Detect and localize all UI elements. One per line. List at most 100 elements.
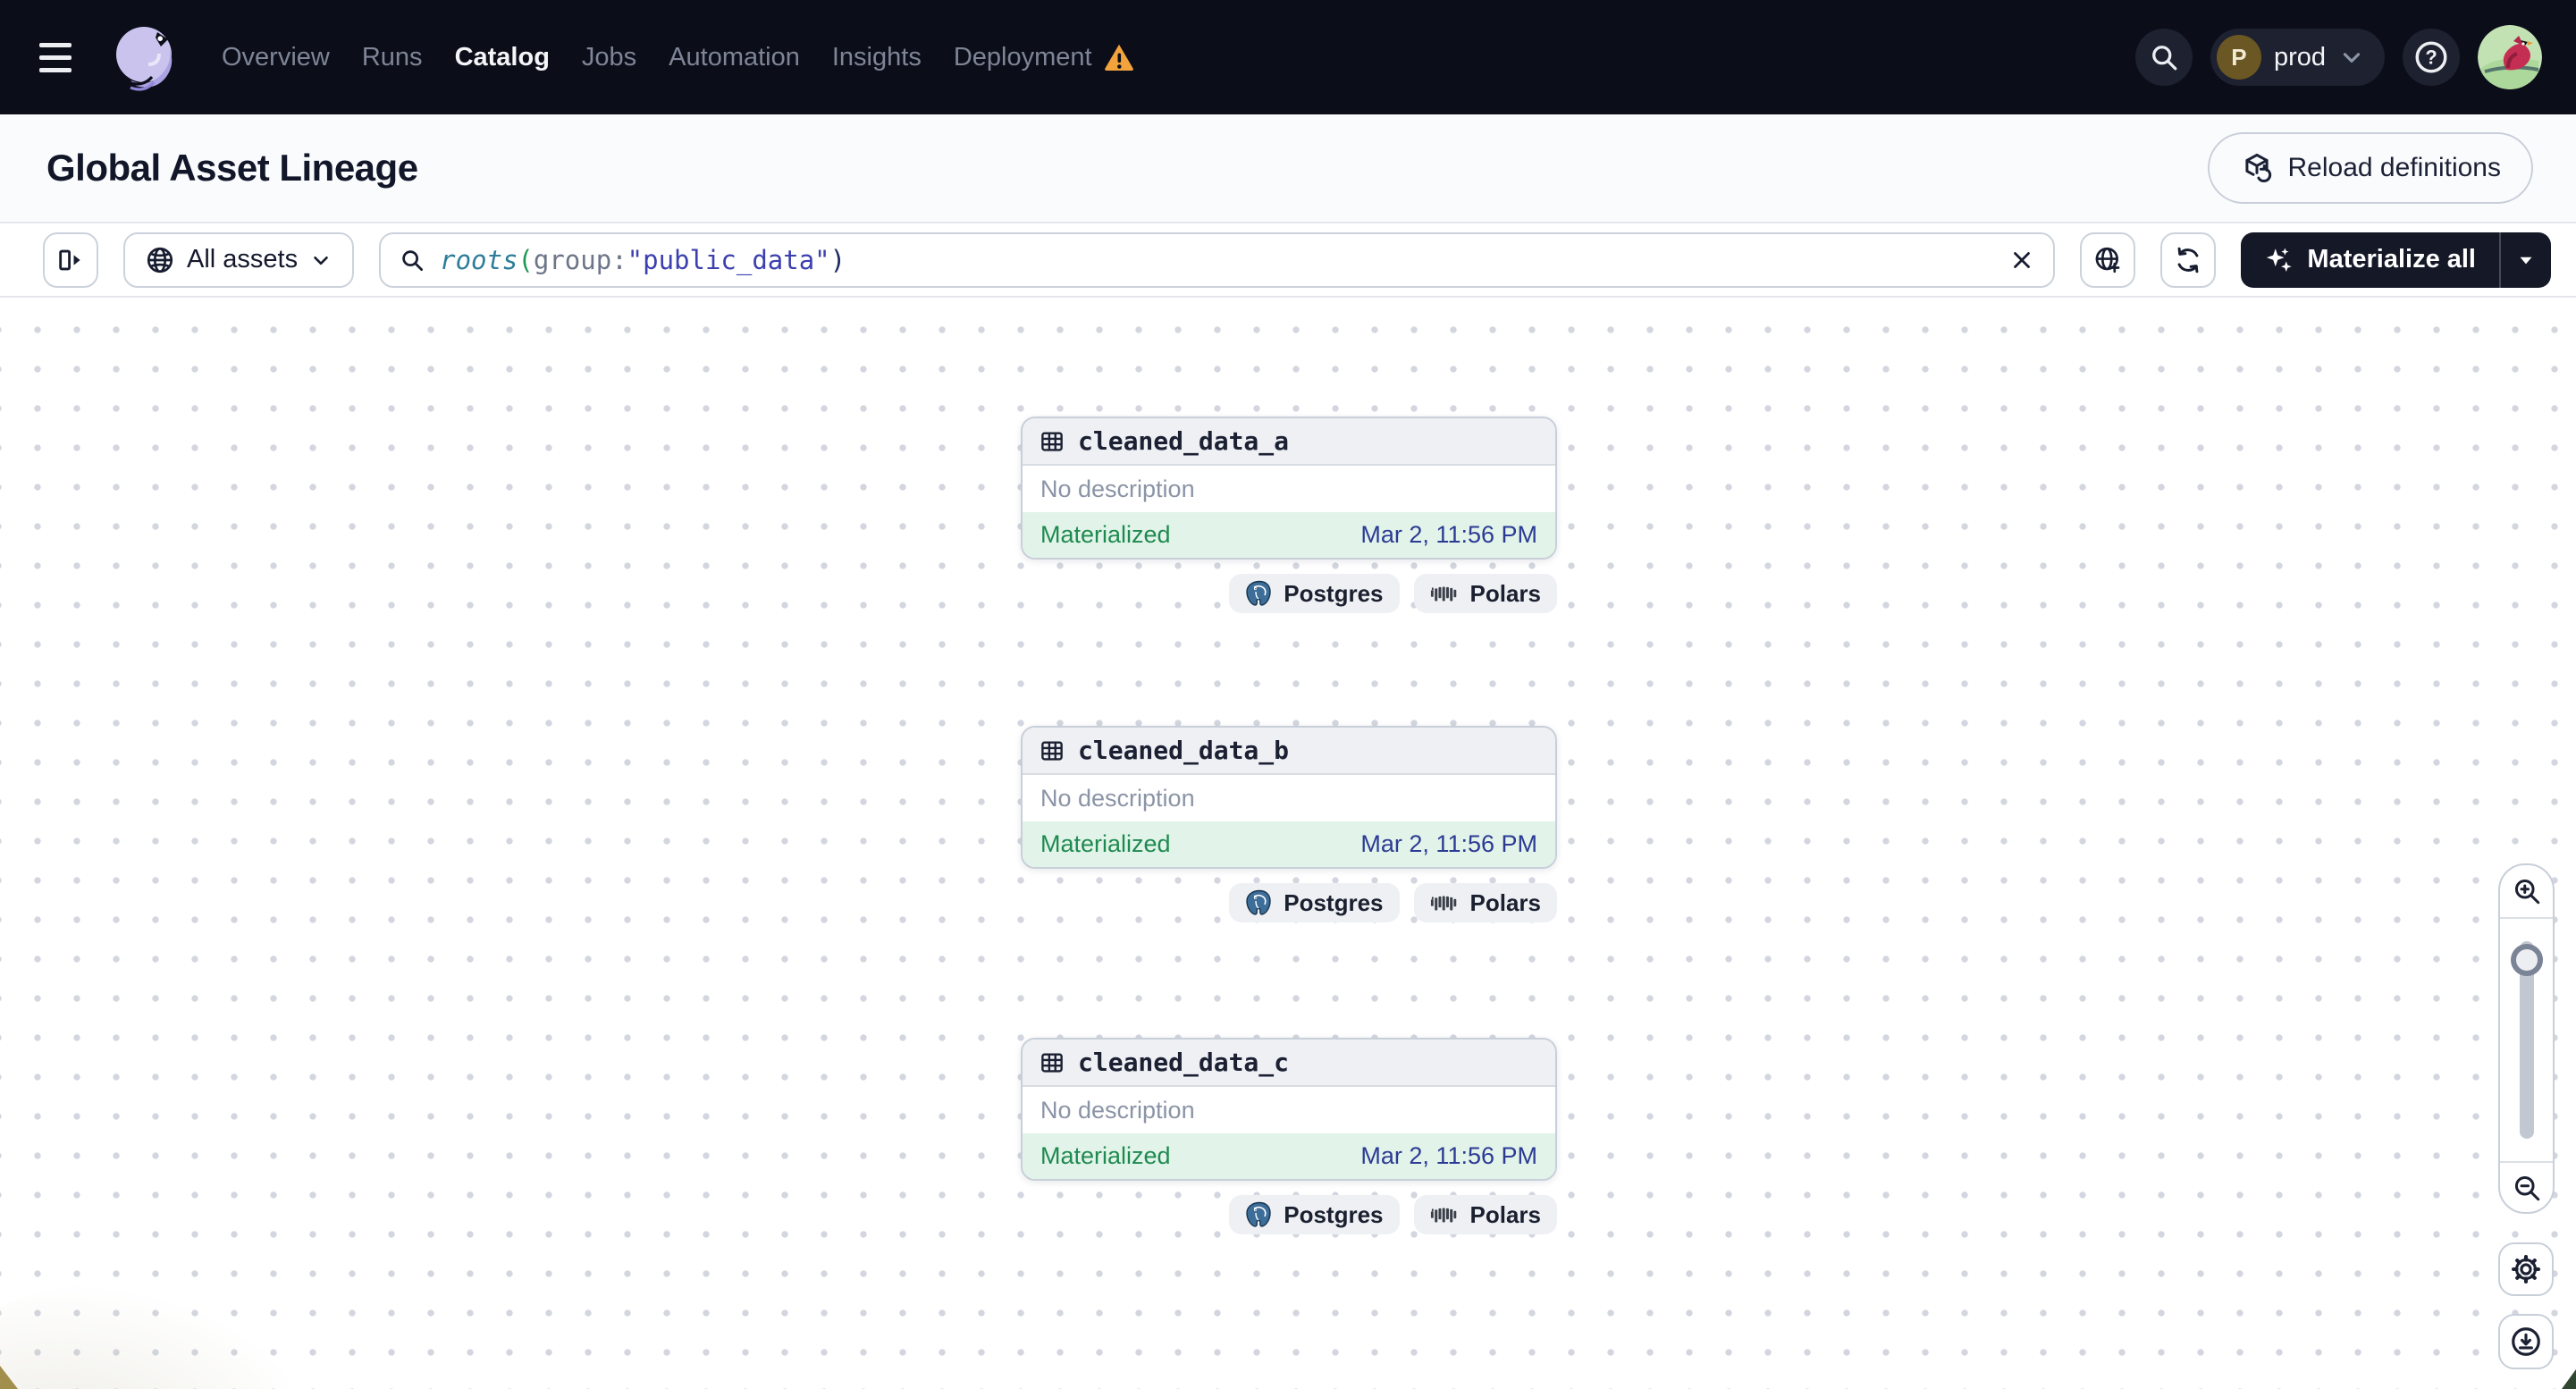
lineage-graph-canvas[interactable]: cleaned_data_a No description Materializ… (0, 298, 2576, 1389)
kind-badge-polars[interactable]: Polars (1413, 1195, 1557, 1234)
asset-node-cleaned-data-b[interactable]: cleaned_data_b No description Materializ… (1021, 726, 1557, 869)
page-title: Global Asset Lineage (46, 147, 418, 189)
chevron-down-icon (309, 248, 333, 272)
asset-scope-dropdown[interactable]: All assets (123, 232, 355, 288)
nav-item-catalog[interactable]: Catalog (455, 43, 550, 72)
asset-scope-label: All assets (187, 245, 299, 274)
polars-icon (1430, 891, 1461, 914)
zoom-in-icon (2511, 875, 2543, 907)
polars-icon (1430, 1203, 1461, 1226)
kind-badge-label: Polars (1469, 888, 1542, 916)
postgres-icon (1245, 1200, 1274, 1229)
nav-item-insights[interactable]: Insights (832, 43, 922, 72)
asset-name: cleaned_data_b (1078, 736, 1290, 765)
nav-item-deployment[interactable]: Deployment (954, 41, 1135, 73)
svg-text:?: ? (2425, 46, 2437, 69)
download-graph-button[interactable] (2498, 1314, 2554, 1369)
caret-down-icon (2514, 248, 2538, 272)
asset-selection-input[interactable]: roots(group:"public_data") (379, 232, 2056, 288)
materialize-options-button[interactable] (2499, 232, 2551, 288)
zoom-out-button[interactable] (2500, 1161, 2553, 1212)
lineage-toolbar: All assets roots(group:"public_data") Ma… (0, 223, 2576, 298)
asset-description: No description (1040, 1096, 1195, 1124)
zoom-control-rail (2498, 863, 2555, 1214)
kind-badge-postgres[interactable]: Postgres (1229, 883, 1400, 922)
corner-shadow-decoration (0, 1282, 322, 1389)
zoom-slider-thumb[interactable] (2510, 944, 2543, 976)
chevron-down-icon (2338, 44, 2365, 71)
postgres-icon (1245, 579, 1274, 608)
global-search-button[interactable] (2134, 29, 2193, 86)
kind-badge-label: Postgres (1284, 1200, 1384, 1228)
deployment-initial: P (2216, 35, 2261, 80)
table-icon (1039, 737, 1065, 764)
asset-status-bar: Materialized Mar 2, 11:56 PM (1023, 1133, 1555, 1179)
compute-kind-badges: Postgres Polars (1021, 1195, 1557, 1234)
hamburger-menu-icon[interactable] (39, 32, 89, 82)
primary-nav-links: Overview Runs Catalog Jobs Automation In… (222, 41, 1135, 73)
zoom-in-button[interactable] (2500, 865, 2553, 919)
reload-definitions-button[interactable]: Reload definitions (2207, 132, 2533, 204)
asset-node-cleaned-data-c[interactable]: cleaned_data_c No description Materializ… (1021, 1038, 1557, 1181)
deployment-switcher[interactable]: P prod (2210, 29, 2385, 86)
reload-code-location-icon (2240, 151, 2274, 185)
corner-decoration-right (2562, 1369, 2576, 1389)
gear-icon (2509, 1252, 2543, 1286)
nav-right-controls: P prod ? (2134, 25, 2542, 89)
kind-badge-postgres[interactable]: Postgres (1229, 1195, 1400, 1234)
materialize-all-button[interactable]: Materialize all (2241, 232, 2499, 288)
open-left-panel-button[interactable] (43, 232, 98, 288)
table-icon (1039, 428, 1065, 455)
asset-node-header: cleaned_data_b (1023, 728, 1555, 775)
kind-badge-polars[interactable]: Polars (1413, 574, 1557, 613)
clear-query-icon[interactable] (2008, 247, 2035, 274)
refresh-icon (2173, 245, 2203, 275)
asset-description: No description (1040, 784, 1195, 812)
materialized-status: Materialized (1040, 830, 1171, 857)
zoom-out-icon (2511, 1172, 2543, 1204)
globe-add-icon (2092, 245, 2123, 275)
search-icon (2148, 41, 2180, 73)
asset-name: cleaned_data_a (1078, 426, 1290, 456)
materialization-timestamp[interactable]: Mar 2, 11:56 PM (1360, 1142, 1537, 1170)
polars-icon (1430, 582, 1461, 605)
asset-node-header: cleaned_data_c (1023, 1040, 1555, 1087)
help-button[interactable]: ? (2403, 29, 2460, 86)
materialize-all-label: Materialize all (2307, 245, 2476, 274)
refresh-button[interactable] (2160, 232, 2217, 288)
asset-status-bar: Materialized Mar 2, 11:56 PM (1023, 512, 1555, 558)
search-icon (399, 247, 425, 274)
nav-item-overview[interactable]: Overview (222, 43, 330, 72)
compute-kind-badges: Postgres Polars (1021, 883, 1557, 922)
asset-node-cleaned-data-a[interactable]: cleaned_data_a No description Materializ… (1021, 417, 1557, 560)
asset-status-bar: Materialized Mar 2, 11:56 PM (1023, 821, 1555, 867)
kind-badge-polars[interactable]: Polars (1413, 883, 1557, 922)
materialization-timestamp[interactable]: Mar 2, 11:56 PM (1360, 830, 1537, 858)
asset-node-header: cleaned_data_a (1023, 418, 1555, 466)
materialization-timestamp[interactable]: Mar 2, 11:56 PM (1360, 521, 1537, 549)
nav-item-runs[interactable]: Runs (362, 43, 423, 72)
globe-icon (145, 245, 175, 275)
nav-item-automation[interactable]: Automation (669, 43, 800, 72)
materialized-status: Materialized (1040, 1142, 1171, 1169)
materialize-all-split-button: Materialize all (2241, 232, 2551, 288)
asset-selection-query: roots(group:"public_data") (440, 244, 846, 275)
user-avatar[interactable] (2478, 25, 2542, 89)
compute-kind-badges: Postgres Polars (1021, 574, 1557, 613)
reload-definitions-label: Reload definitions (2287, 153, 2502, 182)
dagster-logo[interactable] (109, 21, 181, 93)
kind-badge-postgres[interactable]: Postgres (1229, 574, 1400, 613)
download-icon (2509, 1325, 2543, 1359)
corner-decoration-left (0, 1366, 18, 1389)
deployment-name: prod (2273, 42, 2326, 72)
panel-toggle-icon (55, 245, 86, 275)
sparkle-icon (2264, 245, 2294, 275)
asset-description: No description (1040, 475, 1195, 502)
kind-badge-label: Postgres (1284, 579, 1384, 607)
top-nav-bar: Overview Runs Catalog Jobs Automation In… (0, 0, 2576, 114)
help-icon: ? (2412, 38, 2450, 76)
create-catalog-view-button[interactable] (2080, 232, 2136, 288)
table-icon (1039, 1049, 1065, 1076)
nav-item-jobs[interactable]: Jobs (582, 43, 636, 72)
graph-settings-button[interactable] (2498, 1242, 2554, 1296)
